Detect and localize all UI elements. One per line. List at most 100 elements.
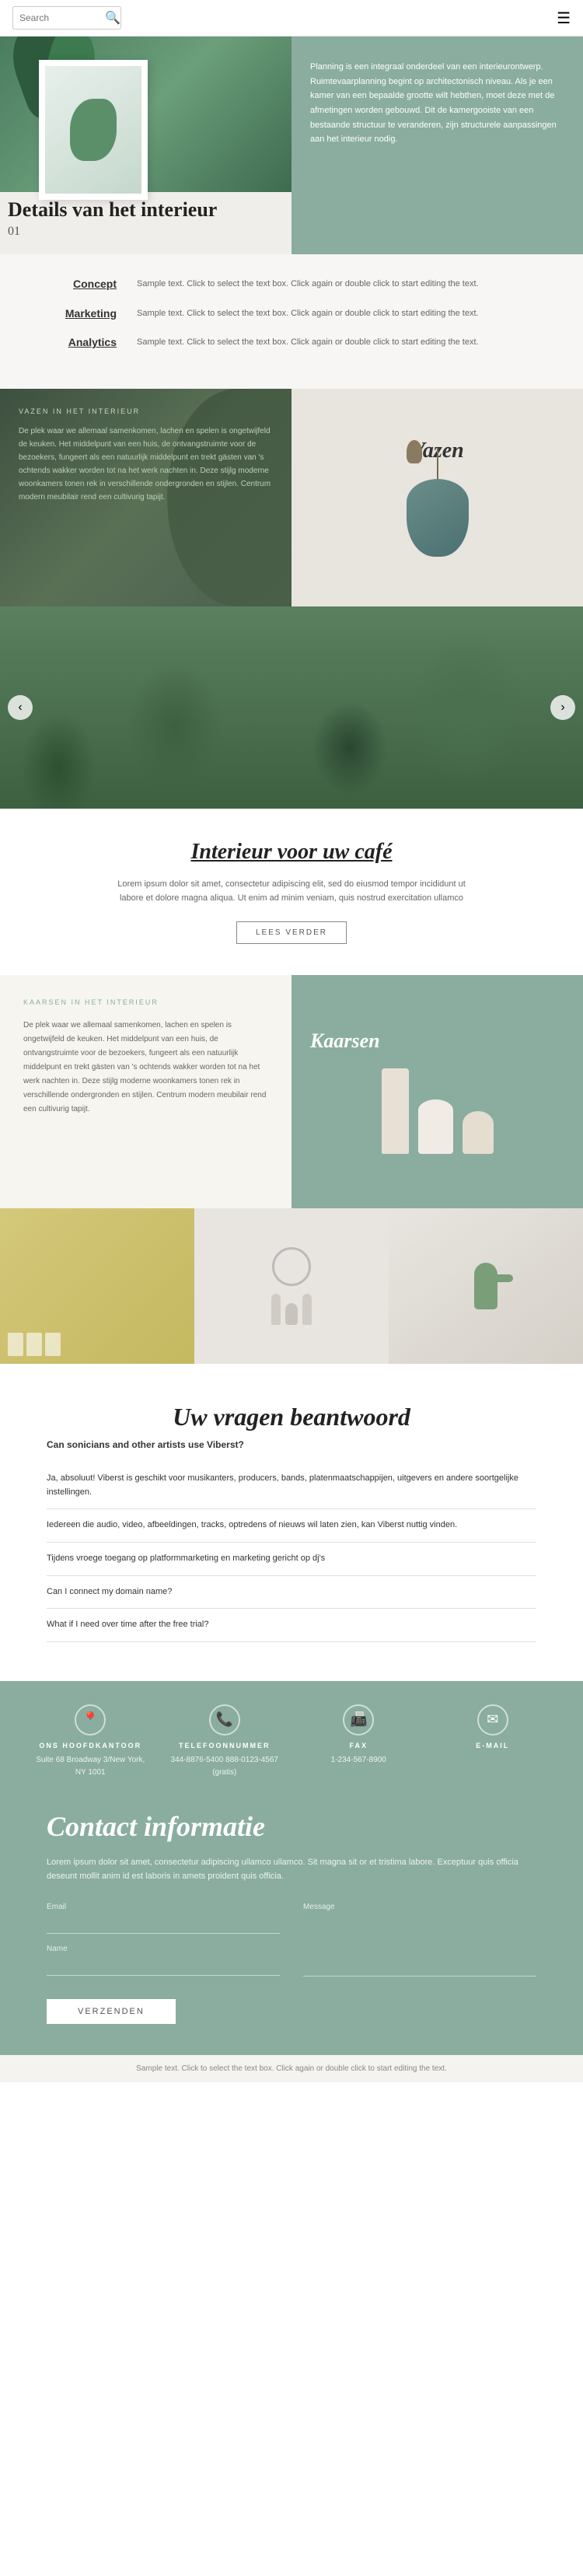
art-item-3 [45, 1333, 61, 1356]
features-section: Concept Sample text. Click to select the… [0, 254, 583, 389]
office-label: ONS HOOFDKANTOOR [31, 1742, 150, 1749]
vase-stem [437, 448, 438, 479]
hero-frame-inner [45, 66, 141, 194]
vases-left: VAZEN IN HET INTERIEUR De plek waar we a… [0, 389, 292, 606]
candles-left: KAARSEN IN HET INTERIEUR De plek waar we… [0, 975, 292, 1208]
contact-form-section: Contact informatie Lorem ipsum dolor sit… [0, 1802, 583, 2055]
faq-item-4[interactable]: What if I need over time after the free … [47, 1609, 536, 1642]
carousel-plants [0, 606, 583, 809]
hero-frame [39, 60, 148, 200]
mirror-decoration [272, 1247, 311, 1286]
candle-short [463, 1111, 494, 1154]
faq-item-3[interactable]: Can I connect my domain name? [47, 1576, 536, 1610]
fax-icon: 📠 [343, 1704, 374, 1735]
candles-right: Kaarsen [292, 975, 583, 1208]
candles-title: Kaarsen [310, 1029, 380, 1053]
feature-item-analytics: Analytics Sample text. Click to select t… [31, 336, 552, 350]
hero-title-area: Details van het interieur 01 [8, 197, 217, 239]
contact-left-col: Email Name [47, 1903, 280, 1991]
faq-question-3: Can I connect my domain name? [47, 1585, 536, 1599]
submit-button[interactable]: VERZENDEN [47, 1999, 176, 2024]
contact-grid: Email Name Message [47, 1903, 536, 1991]
phone-value: 344-8876-5400 888-0123-4567 (gratis) [166, 1754, 285, 1779]
message-input[interactable] [303, 1914, 536, 1977]
hero-title: Details van het interieur [8, 197, 217, 222]
cafe-text: Lorem ipsum dolor sit amet, consectetur … [105, 877, 478, 906]
feature-label-analytics[interactable]: Analytics [31, 336, 124, 348]
fax-value: 1-234-567-8900 [299, 1754, 418, 1767]
faq-title: Uw vragen beantwoord [47, 1403, 536, 1431]
gallery-cell-art [0, 1208, 194, 1364]
read-more-button[interactable]: LEES VERDER [236, 921, 347, 944]
location-icon: 📍 [75, 1704, 106, 1735]
art-item-1 [8, 1333, 23, 1356]
vases-section: VAZEN IN HET INTERIEUR De plek waar we a… [0, 389, 583, 606]
carousel-prev-button[interactable]: ‹ [8, 695, 33, 720]
gallery-cell-cactus [389, 1208, 583, 1364]
feature-item-concept: Concept Sample text. Click to select the… [31, 278, 552, 292]
search-bar[interactable]: 🔍 [12, 6, 121, 30]
hero-description: Planning is een integraal onderdeel van … [310, 60, 564, 147]
menu-button[interactable]: ☰ [557, 9, 571, 28]
email-input[interactable] [47, 1914, 280, 1934]
carousel-image [0, 606, 583, 809]
faq-item-2[interactable]: Tijdens vroege toegang op platformmarket… [47, 1543, 536, 1576]
contact-bar: 📍 ONS HOOFDKANTOOR Suite 68 Broadway 3/N… [0, 1681, 583, 1802]
email-group: Email [47, 1903, 280, 1934]
feature-item-marketing: Marketing Sample text. Click to select t… [31, 307, 552, 321]
faq-section: Uw vragen beantwoord Can sonicians and o… [0, 1364, 583, 1681]
candles-subtitle: KAARSEN IN HET INTERIEUR [23, 998, 268, 1006]
candle-medium [418, 1099, 453, 1154]
art-item-2 [26, 1333, 42, 1356]
vase-flower [407, 440, 422, 463]
phone-label: TELEFOONNUMMER [166, 1742, 285, 1749]
gallery-art-items [8, 1333, 61, 1356]
footer-note: Sample text. Click to select the text bo… [0, 2055, 583, 2082]
bottle-short [285, 1303, 298, 1325]
carousel-next-button[interactable]: › [550, 695, 575, 720]
hero-left: Details van het interieur 01 [0, 37, 292, 254]
gallery-cell-mirror [194, 1208, 389, 1364]
bottle-tall [271, 1294, 281, 1325]
contact-right-col: Message [303, 1903, 536, 1991]
bottle-tall-2 [302, 1294, 312, 1325]
contact-office: 📍 ONS HOOFDKANTOOR Suite 68 Broadway 3/N… [31, 1704, 150, 1779]
gallery-row [0, 1208, 583, 1364]
feature-text-concept: Sample text. Click to select the text bo… [137, 278, 552, 292]
bottles-decoration [271, 1294, 312, 1325]
feature-label-marketing[interactable]: Marketing [31, 307, 124, 320]
feature-text-analytics: Sample text. Click to select the text bo… [137, 336, 552, 350]
cafe-section: Interieur voor uw café Lorem ipsum dolor… [0, 809, 583, 975]
email-label: E-MAIL [434, 1742, 553, 1749]
name-input[interactable] [47, 1956, 280, 1976]
fax-label: FAX [299, 1742, 418, 1749]
candles-text: De plek waar we allemaal samenkomen, lac… [23, 1019, 268, 1117]
candles-section: KAARSEN IN HET INTERIEUR De plek waar we… [0, 975, 583, 1208]
office-value: Suite 68 Broadway 3/New York, NY 1001 [31, 1754, 150, 1779]
cafe-title: Interieur voor uw café [31, 840, 552, 865]
feature-label-concept[interactable]: Concept [31, 278, 124, 290]
footer-text: Sample text. Click to select the text bo… [136, 2064, 447, 2073]
contact-intro: Lorem ipsum dolor sit amet, consectetur … [47, 1855, 536, 1884]
faq-item-0[interactable]: Ja, absoluut! Viberst is geschikt voor m… [47, 1463, 536, 1509]
cactus-arm [497, 1274, 513, 1282]
feature-text-marketing: Sample text. Click to select the text bo… [137, 307, 552, 321]
email-icon: ✉ [477, 1704, 508, 1735]
carousel: ‹ › [0, 606, 583, 809]
faq-question-4: What if I need over time after the free … [47, 1618, 536, 1632]
message-label-form: Message [303, 1903, 536, 1911]
phone-icon: 📞 [209, 1704, 240, 1735]
contact-fax: 📠 FAX 1-234-567-8900 [299, 1704, 418, 1779]
vases-right: Vazen [292, 389, 583, 606]
cactus-decoration [474, 1263, 497, 1309]
email-label-form: Email [47, 1903, 280, 1911]
faq-question-1: Iedereen die audio, video, afbeeldingen,… [47, 1519, 536, 1533]
contact-email: ✉ E-MAIL [434, 1704, 553, 1779]
hero-right: Planning is een integraal onderdeel van … [292, 37, 583, 254]
faq-question-0: Ja, absoluut! Viberst is geschikt voor m… [47, 1472, 536, 1499]
hero-section: Details van het interieur 01 Planning is… [0, 37, 583, 254]
faq-item-1[interactable]: Iedereen die audio, video, afbeeldingen,… [47, 1509, 536, 1543]
search-input[interactable] [19, 12, 105, 23]
faq-main-question: Can sonicians and other artists use Vibe… [47, 1439, 536, 1450]
candle-tall [382, 1068, 409, 1154]
